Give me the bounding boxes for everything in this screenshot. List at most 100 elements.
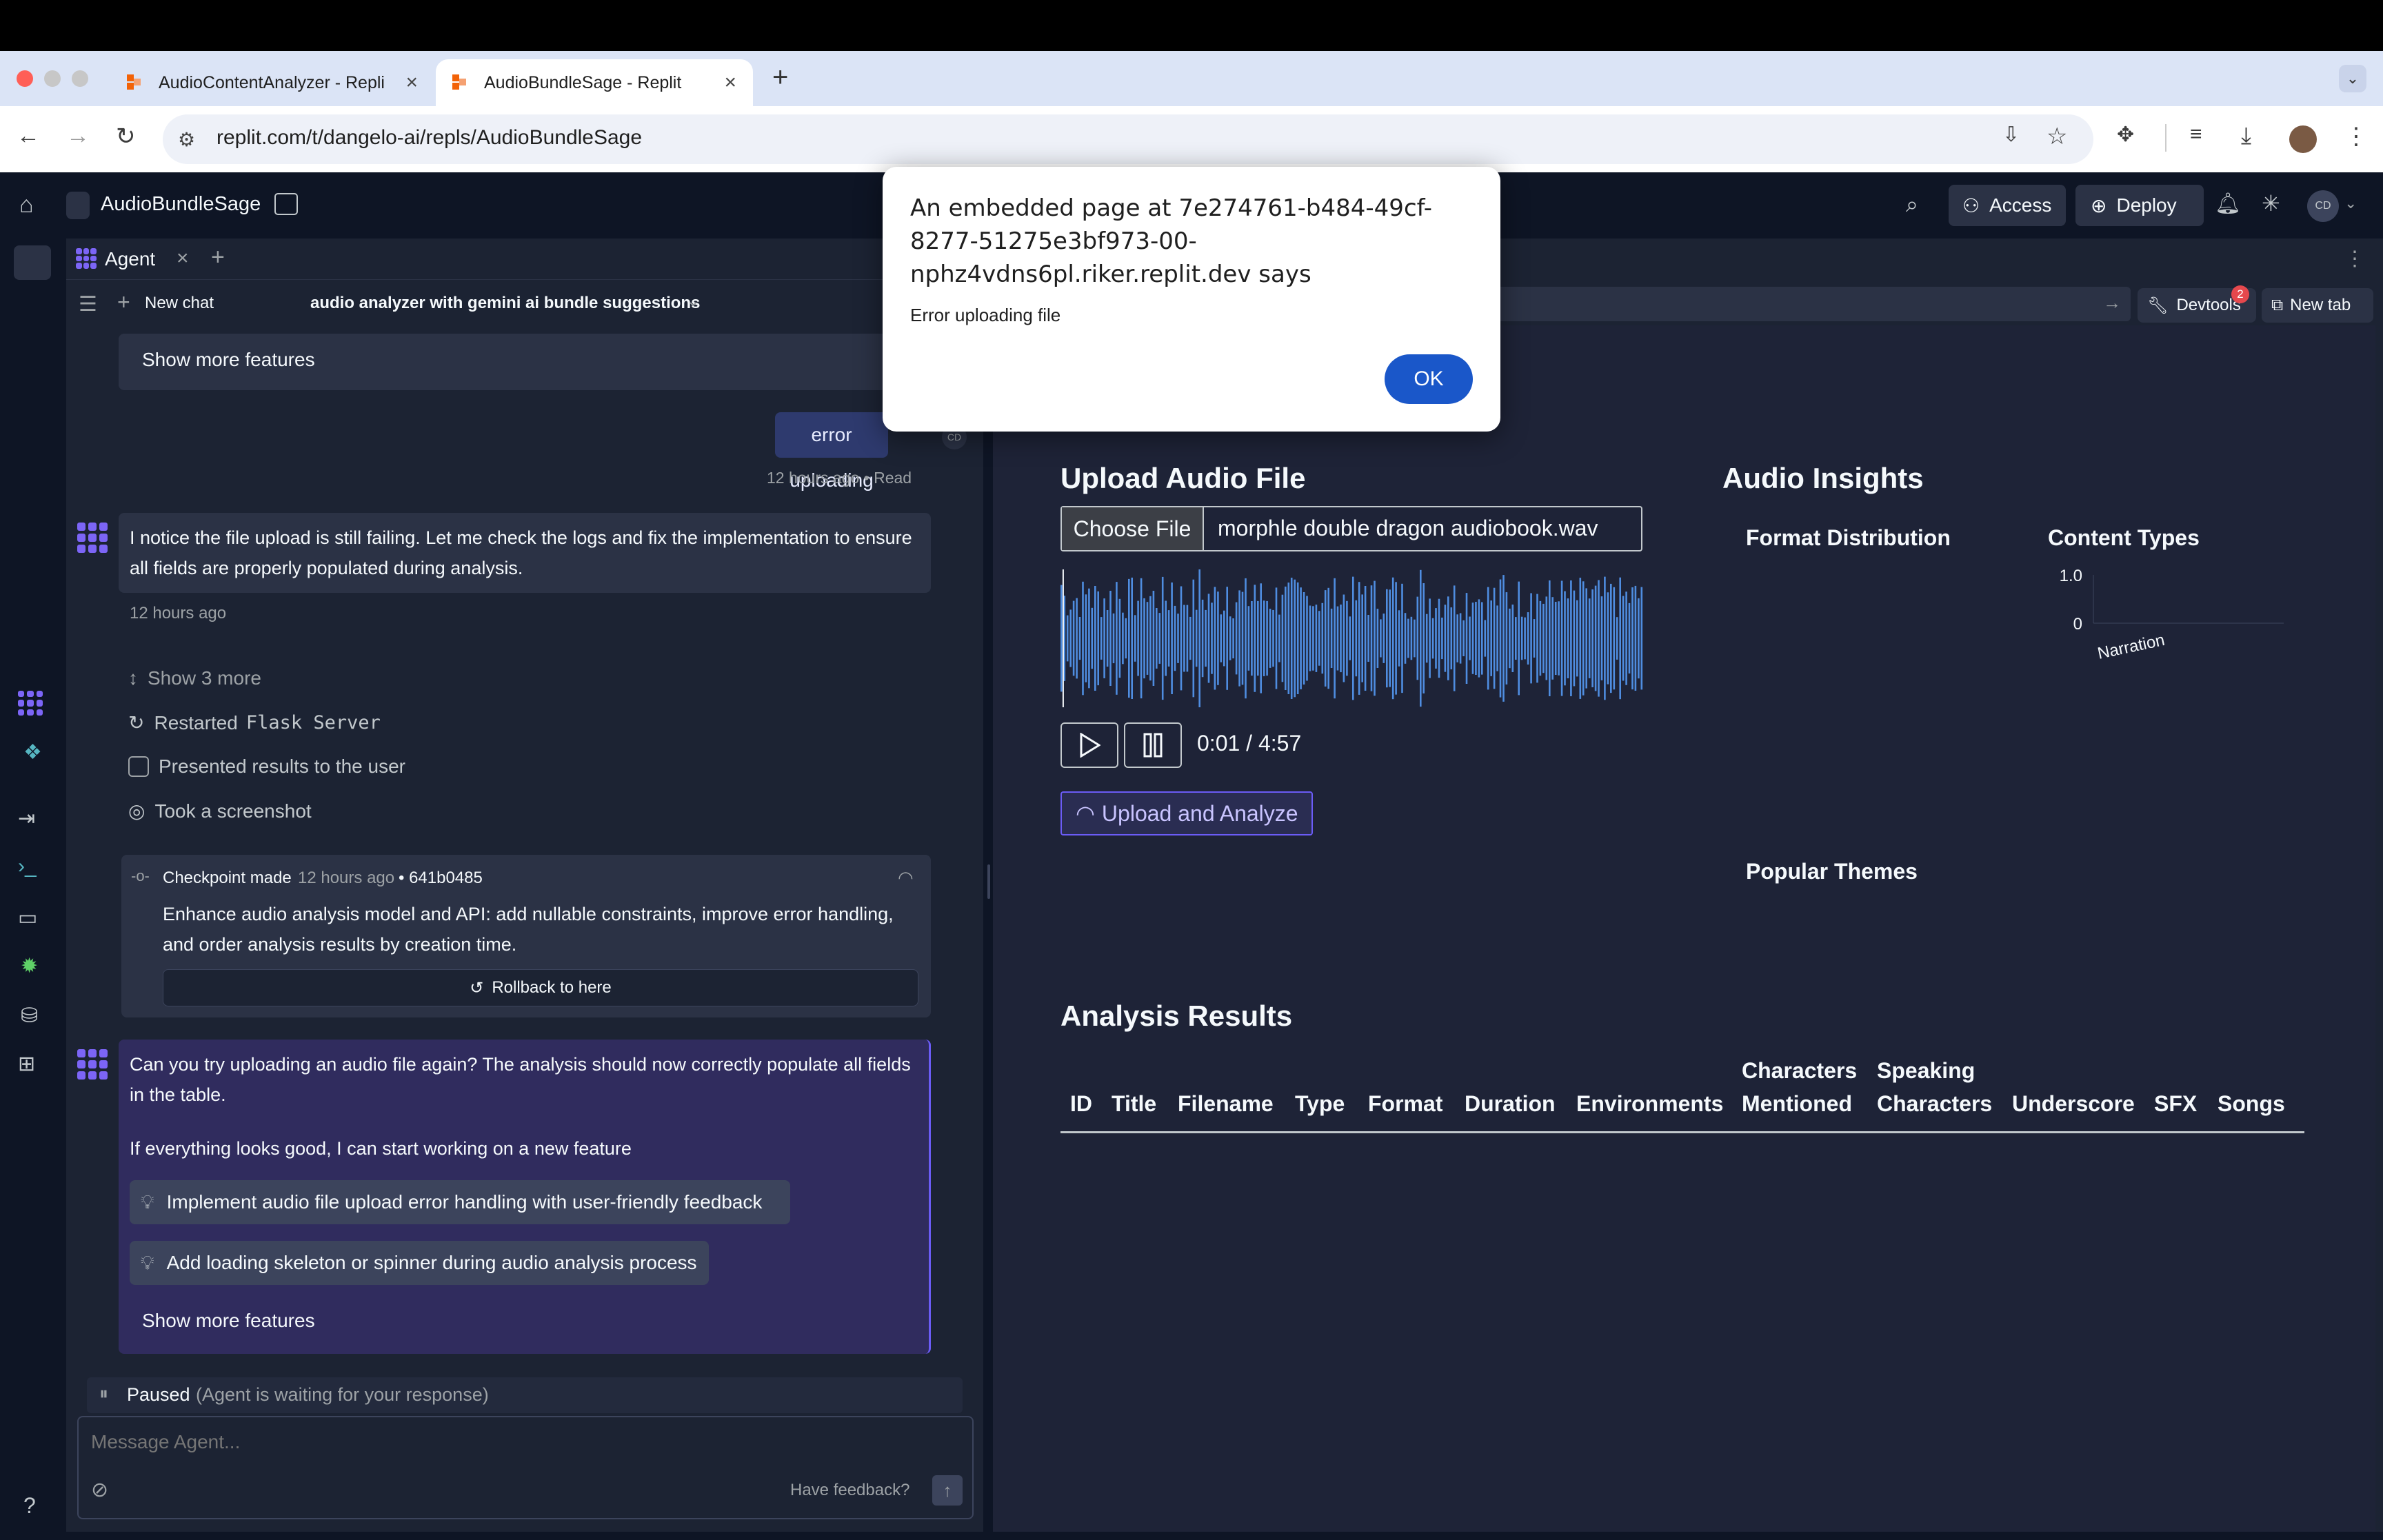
agent-message-1: I notice the file upload is still failin…: [130, 527, 912, 578]
file-tree-toggle-icon[interactable]: [14, 245, 51, 280]
shell-tool-icon[interactable]: ›_: [18, 855, 37, 878]
new-tab-button[interactable]: ⧉ New tab: [2262, 288, 2373, 323]
zoom-window-button[interactable]: [72, 70, 88, 87]
chat-history-icon[interactable]: ☰: [79, 292, 97, 316]
theme-toggle-icon[interactable]: ✳: [2262, 190, 2280, 216]
media-controls-icon[interactable]: ≡: [2190, 123, 2202, 146]
minimize-window-button[interactable]: [44, 70, 61, 87]
tab-search-chevron-icon[interactable]: ⌄: [2339, 65, 2366, 92]
expand-vertical-icon: ↕: [128, 667, 138, 689]
waveform-bar: [1211, 602, 1213, 674]
reload-icon[interactable]: ↻: [116, 123, 136, 150]
alert-ok-button[interactable]: OK: [1385, 354, 1473, 404]
back-arrow-icon[interactable]: ←: [17, 123, 40, 150]
repl-name[interactable]: AudioBundleSage: [101, 193, 261, 216]
waveform-bar: [1591, 589, 1593, 687]
add-tab-icon[interactable]: +: [211, 244, 225, 271]
repl-details-icon[interactable]: [274, 193, 298, 215]
waveform-bar: [1502, 575, 1505, 702]
close-window-button[interactable]: [17, 70, 33, 87]
alert-message: Error uploading file: [910, 305, 1061, 325]
new-chat-plus-icon[interactable]: +: [117, 290, 130, 315]
agent-message-time: 12 hours ago: [130, 604, 227, 622]
console-tool-icon[interactable]: ⇥: [18, 807, 35, 831]
playhead[interactable]: [1062, 569, 1064, 707]
new-chat-button[interactable]: New chat: [145, 294, 214, 313]
assistant-tool-icon[interactable]: ❖: [23, 740, 42, 764]
feedback-link[interactable]: Have feedback?: [790, 1481, 909, 1500]
tab-close-icon[interactable]: ×: [177, 247, 189, 270]
deployments-tool-icon[interactable]: ✹: [21, 954, 38, 978]
go-arrow-icon[interactable]: →: [2103, 292, 2121, 314]
show-more-steps[interactable]: ↕ Show 3 more: [128, 667, 261, 689]
message-agent-input[interactable]: [91, 1424, 918, 1460]
help-icon[interactable]: ?: [23, 1493, 36, 1519]
waveform-bar: [1201, 599, 1204, 678]
browser-tab-audiobundlesage[interactable]: AudioBundleSage - Replit ×: [436, 59, 753, 106]
waveform-bar: [1143, 598, 1145, 679]
download-icon[interactable]: ⤓: [2241, 123, 2251, 150]
panel-resize-handle[interactable]: [987, 864, 990, 899]
new-tab-icon[interactable]: +: [772, 62, 788, 93]
agent-tab-icon: [76, 248, 97, 269]
forward-arrow-icon[interactable]: →: [66, 123, 90, 150]
url-text[interactable]: replit.com/t/dangelo-ai/repls/AudioBundl…: [217, 126, 642, 150]
waveform-bar: [1456, 614, 1458, 662]
all-tools-icon[interactable]: ⊞: [18, 1052, 35, 1076]
tab-close-icon[interactable]: ×: [405, 71, 418, 94]
column-header-speaking-characters: Speaking Characters: [1877, 1058, 1993, 1116]
new-tab-label: New tab: [2290, 296, 2351, 314]
attach-paperclip-icon[interactable]: ⊘: [91, 1478, 108, 1502]
play-button[interactable]: [1060, 722, 1118, 768]
chat-title[interactable]: audio analyzer with gemini ai bundle sug…: [310, 294, 700, 313]
checkpoint-hash[interactable]: • 641b0485: [399, 869, 483, 888]
avatar-chevron-down-icon[interactable]: ⌄: [2344, 194, 2357, 212]
show-more-features-link-top[interactable]: Show more features: [142, 345, 315, 375]
choose-file-button[interactable]: Choose File: [1062, 507, 1204, 550]
waveform-bar: [1374, 580, 1376, 696]
rollback-button[interactable]: ↺ Rollback to here: [163, 969, 918, 1006]
site-settings-icon[interactable]: ⚙: [178, 128, 195, 151]
chat-title-chevron-down-icon[interactable]: ⌄: [687, 292, 699, 310]
browser-menu-icon[interactable]: ⋮: [2344, 123, 2368, 150]
playback-time: 0:01 / 4:57: [1197, 731, 1302, 756]
search-icon[interactable]: ⌕: [1906, 192, 1918, 218]
waveform-bar: [1131, 577, 1133, 699]
waveform-bar: [1391, 577, 1394, 700]
send-arrow-icon[interactable]: ↑: [932, 1475, 963, 1506]
browser-tab-audiocontentanalyzer[interactable]: AudioContentAnalyzer - Repli ×: [110, 59, 434, 106]
access-button[interactable]: ⚇ Access: [1949, 185, 2066, 226]
waveform-bar: [1594, 585, 1597, 691]
install-app-icon[interactable]: ⇩: [2002, 123, 2020, 147]
waveform-bar: [1619, 577, 1621, 700]
upload-analyze-button[interactable]: ◠ Upload and Analyze: [1060, 791, 1313, 835]
bookmark-star-icon[interactable]: ☆: [2047, 123, 2067, 150]
home-icon[interactable]: ⌂: [19, 192, 34, 219]
webview-tool-icon[interactable]: ▭: [18, 906, 37, 930]
checkpoint-preview-icon[interactable]: ◠: [898, 867, 914, 889]
waveform-bar: [1425, 614, 1428, 663]
waveform-bar: [1281, 594, 1284, 682]
user-avatar[interactable]: CD: [2307, 190, 2339, 222]
waveform-bar: [1564, 591, 1566, 686]
tab-agent[interactable]: Agent: [105, 248, 155, 270]
tab-close-icon[interactable]: ×: [724, 71, 736, 94]
waveform-bar: [1410, 616, 1413, 660]
notifications-bell-icon[interactable]: 🔔︎: [2215, 192, 2241, 216]
suggestion-chip-2[interactable]: 💡︎ Add loading skeleton or spinner during…: [130, 1241, 709, 1285]
suggestion-chip-1[interactable]: 💡︎ Implement audio file upload error hand…: [130, 1180, 790, 1224]
deploy-button[interactable]: ⊕ Deploy: [2075, 185, 2204, 226]
audio-waveform[interactable]: [1060, 569, 1647, 707]
waveform-bar: [1122, 612, 1124, 665]
show-more-features-link[interactable]: Show more features: [142, 1310, 315, 1332]
agent-tool-icon[interactable]: [18, 691, 43, 716]
pause-button[interactable]: [1124, 722, 1182, 768]
extensions-icon[interactable]: ✥: [2117, 123, 2134, 147]
waveform-bar: [1511, 605, 1514, 672]
profile-avatar[interactable]: [2289, 125, 2317, 153]
results-table-header: ID Title Filename Type Format Duration Environ…: [1060, 1055, 2304, 1133]
database-tool-icon[interactable]: ⛁: [21, 1004, 38, 1028]
waveform-bar: [1579, 578, 1582, 699]
webview-options-icon[interactable]: ⋮: [2344, 247, 2365, 271]
waveform-bar: [1257, 600, 1259, 676]
